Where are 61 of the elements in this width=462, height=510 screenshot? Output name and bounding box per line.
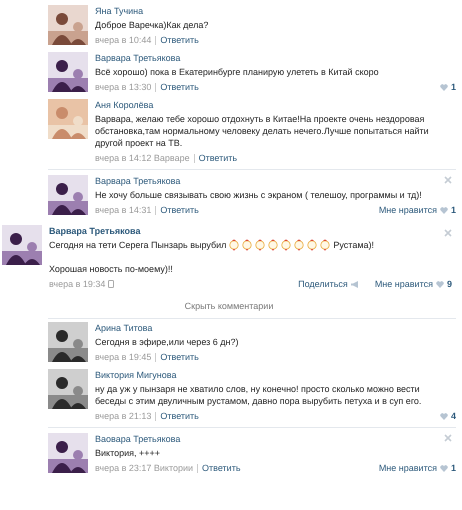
like-count: 1 <box>450 462 456 474</box>
post-text: Рустама)! <box>333 239 374 251</box>
close-icon[interactable] <box>444 229 452 237</box>
post-text: Сегодня на тети Серега Пынзарь вырубил <box>49 239 226 251</box>
author-name[interactable]: Варвара Третьякова <box>95 52 180 64</box>
comment-text: Всё хорошо) пока в Екатеринбурге планирую улететь в Китай скоро <box>95 66 380 78</box>
comment-time: вчера в 14:31 <box>95 204 152 216</box>
close-icon[interactable] <box>444 176 452 184</box>
rooster-emoji-icon <box>229 239 240 251</box>
comment-text: Варвара, желаю тебе хорошо отдохнуть в Китае!На проекте очень нездоровая обстановка,там нормальному человеку делать нечего.Лучше попытаться найти другой проект на ТВ. <box>95 113 430 149</box>
heart-icon[interactable] <box>436 280 444 288</box>
comment-time: вчера в 14:12 Варваре <box>95 152 190 164</box>
close-icon[interactable] <box>444 434 452 442</box>
reply-link[interactable]: Ответить <box>202 462 241 474</box>
comment-time: вчера в 19:45 <box>95 351 152 363</box>
post-time: вчера в 19:34 <box>49 278 106 290</box>
reply-link[interactable]: Ответить <box>160 34 199 46</box>
comment-time: вчера в 13:30 <box>95 81 152 93</box>
reply-link[interactable]: Ответить <box>160 204 199 216</box>
share-label[interactable]: Поделиться <box>298 278 348 290</box>
author-name[interactable]: Ваовара Третьякова <box>95 433 180 445</box>
like-label[interactable]: Мне нравится <box>378 462 437 474</box>
author-name[interactable]: Аня Королёва <box>95 99 154 111</box>
heart-icon[interactable] <box>440 412 448 420</box>
megaphone-icon[interactable] <box>350 280 359 288</box>
comment-time: вчера в 21:13 <box>95 410 152 422</box>
comment-time: вчера в 23:17 Виктории <box>95 462 194 474</box>
rooster-emoji-icon <box>307 239 318 251</box>
like-count: 1 <box>450 81 456 93</box>
author-name[interactable]: Варвара Третьякова <box>49 225 140 237</box>
comment-text: ну да уж у пынзаря не хватило слов, ну конечно! просто сколько можно вести беседы с этим двуличным рустамом, давно пора вырубить петуха и в суп его. <box>95 383 422 407</box>
rooster-emoji-icon <box>281 239 292 251</box>
like-count: 4 <box>450 410 456 422</box>
phone-icon <box>108 280 114 288</box>
comment-time: вчера в 10:44 <box>95 34 152 46</box>
reply-link[interactable]: Ответить <box>160 410 199 422</box>
comment-text: Сегодня в эфире,или через 6 дн?) <box>95 336 240 348</box>
heart-icon[interactable] <box>440 464 448 472</box>
hide-comments-link[interactable]: Скрыть комментарии <box>184 300 274 312</box>
reply-link[interactable]: Ответить <box>160 81 199 93</box>
comment-text: Доброе Варечка)Как дела? <box>95 19 210 31</box>
rooster-emoji-icon <box>242 239 252 251</box>
author-name[interactable]: Арина Титова <box>95 322 152 334</box>
rooster-emoji-icon <box>268 239 278 251</box>
rooster-emoji-icon <box>294 239 304 251</box>
like-count: 9 <box>446 278 452 290</box>
author-name[interactable]: Виктория Мигунова <box>95 369 176 381</box>
comment-text: Не хочу больше связывать свою жизнь с экраном ( телешоу, программы и тд)! <box>95 189 423 201</box>
comment-text: Виктория, ++++ <box>95 447 162 459</box>
rooster-emoji-icon <box>320 239 330 251</box>
like-label[interactable]: Мне нравится <box>378 204 437 216</box>
reply-link[interactable]: Ответить <box>198 152 238 164</box>
like-label[interactable]: Мне нравится <box>374 278 433 290</box>
author-name[interactable]: Варвара Третьякова <box>95 175 180 187</box>
author-name[interactable]: Яна Тучина <box>95 5 144 17</box>
rooster-emoji-icon <box>255 239 266 251</box>
reply-link[interactable]: Ответить <box>160 351 199 363</box>
post-text: Хорошая новость по-моему)!! <box>49 263 173 275</box>
like-count: 1 <box>450 204 456 216</box>
heart-icon[interactable] <box>440 84 448 90</box>
heart-icon[interactable] <box>440 206 448 214</box>
